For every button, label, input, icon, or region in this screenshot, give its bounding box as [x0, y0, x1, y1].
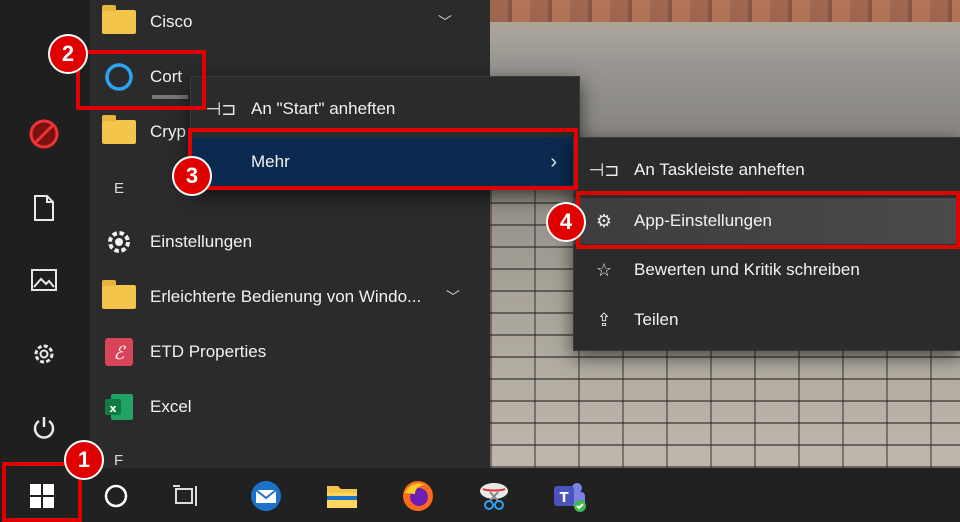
app-label: Excel: [150, 397, 192, 416]
background-building: [490, 0, 960, 22]
app-label: Cisco: [150, 12, 193, 31]
step-badge-1: 1: [64, 440, 104, 480]
section-header-f[interactable]: F: [114, 452, 123, 469]
taskbar: T: [0, 468, 960, 522]
chevron-down-icon[interactable]: ﹀: [438, 12, 452, 32]
power-icon[interactable]: [26, 410, 62, 446]
app-label: Cryp: [150, 122, 186, 141]
firefox-icon[interactable]: [398, 476, 438, 516]
app-erleichterte-bedienung[interactable]: Erleichterte Bedienung von Windo... ﹀: [100, 277, 470, 317]
folder-icon: [100, 5, 138, 38]
menu-item-pin-start[interactable]: ⊣⊐ An "Start" anheften: [191, 89, 579, 129]
highlight-cortana: [76, 50, 206, 110]
search-cortana-button[interactable]: [96, 476, 136, 516]
user-blocked-icon[interactable]: [26, 116, 62, 152]
svg-text:x: x: [109, 402, 116, 415]
folder-icon: [100, 280, 138, 313]
step-badge-4: 4: [546, 202, 586, 242]
chevron-down-icon[interactable]: ﹀: [446, 287, 460, 307]
svg-text:T: T: [560, 491, 569, 506]
highlight-app-settings: [576, 191, 960, 249]
task-view-button[interactable]: [166, 476, 206, 516]
section-header-e[interactable]: E: [114, 180, 124, 197]
menu-item-share[interactable]: ⇪ Teilen: [574, 300, 960, 340]
share-icon: ⇪: [596, 309, 612, 330]
star-icon: ☆: [595, 259, 613, 280]
documents-icon[interactable]: [26, 190, 62, 226]
snipping-tool-icon[interactable]: [474, 476, 514, 516]
step-badge-3: 3: [172, 156, 212, 196]
app-label: Erleichterte Bedienung von Windo...: [150, 287, 422, 306]
gear-icon: [100, 226, 138, 258]
app-excel[interactable]: x Excel: [100, 387, 470, 427]
highlight-mehr: [188, 128, 578, 190]
app-cisco[interactable]: Cisco ﹀: [100, 2, 470, 42]
excel-icon: x: [100, 391, 138, 423]
menu-item-rate-review[interactable]: ☆ Bewerten und Kritik schreiben: [574, 250, 960, 290]
etd-icon: ℰ: [100, 336, 138, 368]
app-label: ETD Properties: [150, 342, 267, 361]
menu-item-label: An Taskleiste anheften: [634, 160, 805, 179]
pictures-icon[interactable]: [26, 262, 62, 298]
file-explorer-icon[interactable]: [322, 476, 362, 516]
pin-icon: ⊣⊐: [588, 159, 620, 180]
app-etd-properties[interactable]: ℰ ETD Properties: [100, 332, 470, 372]
teams-icon[interactable]: T: [550, 476, 590, 516]
app-einstellungen[interactable]: Einstellungen: [100, 222, 470, 262]
folder-icon: [100, 115, 138, 148]
menu-item-label: Teilen: [634, 310, 679, 329]
settings-icon[interactable]: [26, 336, 62, 372]
menu-item-label: Bewerten und Kritik schreiben: [634, 260, 860, 279]
menu-item-label: An "Start" anheften: [251, 99, 396, 118]
step-badge-2: 2: [48, 34, 88, 74]
mail-app-icon[interactable]: [246, 476, 286, 516]
app-label: Einstellungen: [150, 232, 253, 251]
menu-item-pin-taskbar[interactable]: ⊣⊐ An Taskleiste anheften: [574, 150, 960, 190]
